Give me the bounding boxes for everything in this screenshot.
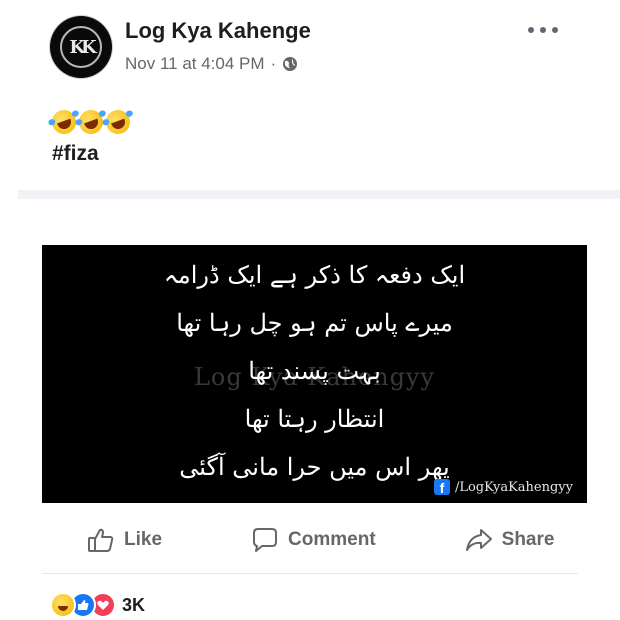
heart-glyph-icon xyxy=(97,600,109,610)
page-name[interactable]: Log Kya Kahenge xyxy=(125,18,311,44)
haha-reaction-icon xyxy=(50,592,76,618)
reactions-divider xyxy=(42,573,578,574)
share-button[interactable]: Share xyxy=(420,525,599,555)
share-icon xyxy=(465,529,492,551)
reaction-count: 3K xyxy=(122,594,146,615)
hashtag-link[interactable]: #fiza xyxy=(52,142,99,166)
avatar-logo: KK xyxy=(60,26,102,68)
reaction-summary[interactable]: 3K xyxy=(50,592,145,618)
caption-emojis xyxy=(48,106,134,138)
post-image[interactable]: ایک دفعہ کا ذکر ہے ایک ڈرامہ میرے پاس تم… xyxy=(42,245,587,503)
section-divider xyxy=(18,190,620,199)
credit-text: /LogKyaKahengyy xyxy=(454,479,573,495)
meta-separator: · xyxy=(270,54,277,73)
like-button[interactable]: Like xyxy=(42,525,206,555)
urdu-line-3: بہت پسند تھا xyxy=(248,357,381,385)
like-label: Like xyxy=(124,529,163,550)
urdu-line-5: پھر اس میں حرا مانی آگئی xyxy=(179,453,450,481)
urdu-line-4: انتظار رہتا تھا xyxy=(244,405,385,433)
facebook-icon: f xyxy=(433,479,450,495)
comment-icon xyxy=(253,528,278,552)
more-dot xyxy=(528,27,534,33)
urdu-line-1: ایک دفعہ کا ذکر ہے ایک ڈرامہ xyxy=(163,261,466,289)
more-dot xyxy=(552,27,558,33)
thumbs-up-icon xyxy=(88,528,114,552)
comment-button[interactable]: Comment xyxy=(206,525,420,555)
page-avatar[interactable]: KK xyxy=(50,16,112,78)
globe-icon[interactable] xyxy=(282,56,298,72)
share-label: Share xyxy=(501,529,555,550)
action-bar: Like Comment Share xyxy=(42,520,578,560)
image-credit: f /LogKyaKahengyy xyxy=(433,479,573,495)
comment-label: Comment xyxy=(288,529,376,550)
post-meta: Nov 11 at 4:04 PM · xyxy=(125,54,298,74)
laughing-emoji xyxy=(102,106,134,138)
post-timestamp[interactable]: Nov 11 at 4:04 PM xyxy=(125,54,265,74)
urdu-line-2: میرے پاس تم ہو چل رہا تھا xyxy=(176,309,453,337)
more-options-icon[interactable] xyxy=(528,20,558,40)
more-dot xyxy=(540,27,546,33)
thumbs-up-glyph-icon xyxy=(78,600,89,610)
